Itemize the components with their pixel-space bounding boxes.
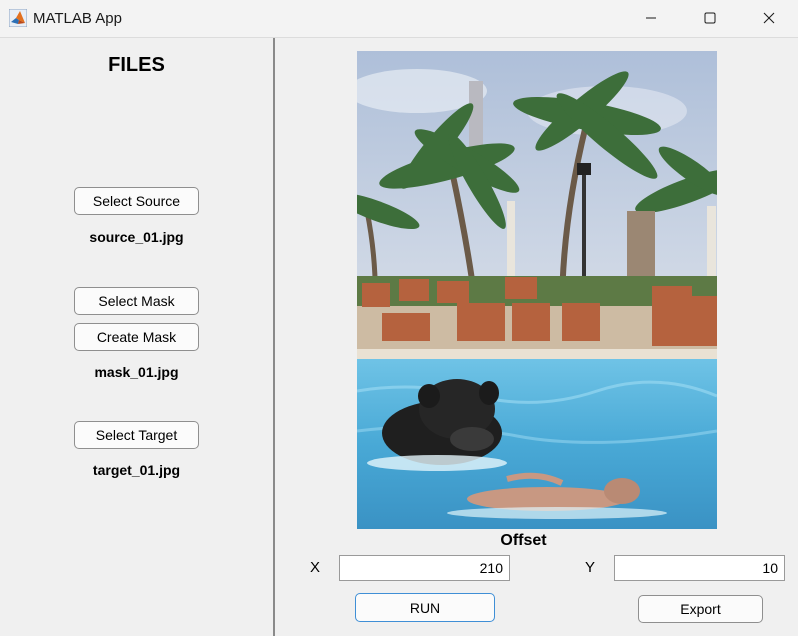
app-window: MATLAB App FILES Select Source source_01…	[0, 0, 798, 636]
minimize-icon	[646, 17, 656, 19]
select-mask-button[interactable]: Select Mask	[74, 287, 199, 315]
y-offset-field[interactable]: 10	[614, 555, 785, 581]
minimize-button[interactable]	[628, 0, 674, 36]
create-mask-button[interactable]: Create Mask	[74, 323, 199, 351]
y-offset-label: Y	[585, 559, 596, 576]
matlab-logo-icon	[9, 9, 27, 27]
files-heading: FILES	[108, 54, 165, 76]
window-title: MATLAB App	[33, 10, 122, 27]
x-offset-field[interactable]: 210	[339, 555, 510, 581]
x-offset-label: X	[310, 559, 321, 576]
offset-heading: Offset	[500, 532, 547, 549]
files-panel: FILES Select Source source_01.jpg Select…	[0, 38, 273, 636]
close-button[interactable]	[746, 0, 792, 36]
run-button[interactable]: RUN	[355, 593, 495, 622]
export-button[interactable]: Export	[638, 595, 763, 623]
title-bar: MATLAB App	[0, 0, 798, 38]
source-filename: source_01.jpg	[89, 229, 184, 245]
maximize-icon	[704, 12, 716, 24]
close-icon	[763, 12, 775, 24]
maximize-button[interactable]	[687, 0, 733, 36]
select-source-button[interactable]: Select Source	[74, 187, 199, 215]
preview-panel: Offset X 210 Y 10 RUN Export	[275, 38, 798, 636]
composite-image	[357, 51, 717, 529]
mask-filename: mask_01.jpg	[94, 364, 179, 380]
target-filename: target_01.jpg	[92, 462, 181, 478]
select-target-button[interactable]: Select Target	[74, 421, 199, 449]
